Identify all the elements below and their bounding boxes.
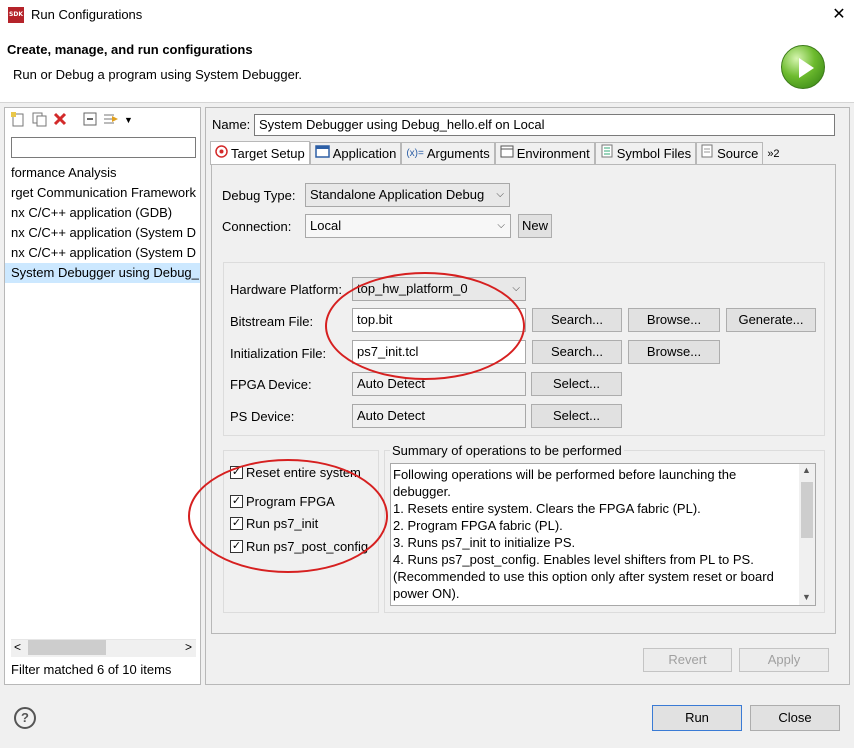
- bitstream-browse-button[interactable]: Browse...: [628, 308, 720, 332]
- scroll-down-arrow[interactable]: ▼: [802, 592, 811, 602]
- name-label: Name:: [212, 117, 251, 132]
- annotation-oval-files: [325, 272, 525, 380]
- summary-line: debugger.: [393, 484, 451, 499]
- connection-value: Local: [310, 218, 342, 233]
- environment-icon: [500, 143, 514, 165]
- summary-line: 4. Runs ps7_post_config. Enables level s…: [393, 552, 754, 567]
- arguments-icon: (x)=: [406, 148, 424, 159]
- tab-label: Application: [332, 146, 397, 161]
- tree-item-performance-analysis[interactable]: formance Analysis: [5, 163, 200, 183]
- tab-overflow[interactable]: »2: [763, 142, 783, 165]
- ps-device-field: Auto Detect: [352, 404, 526, 428]
- debug-type-value: Standalone Application Debug: [310, 187, 485, 202]
- config-toolbar: ▼: [10, 110, 133, 130]
- summary-line: (Recommended to use this option only aft…: [393, 569, 774, 584]
- header-title: Create, manage, and run configurations: [7, 42, 253, 57]
- tree-item-cpp-system-debugger-2[interactable]: nx C/C++ application (System D: [5, 243, 200, 263]
- bitstream-label: Bitstream File:: [230, 314, 314, 329]
- close-button[interactable]: Close: [750, 705, 840, 731]
- collapse-all-icon[interactable]: [82, 112, 98, 128]
- run-logo-icon: [781, 45, 825, 89]
- application-icon: [314, 143, 330, 165]
- duplicate-config-icon[interactable]: [31, 112, 47, 128]
- tab-symbol-files[interactable]: Symbol Files: [594, 142, 697, 165]
- filter-configs-icon[interactable]: [103, 112, 119, 128]
- target-icon: [215, 143, 228, 165]
- tab-application[interactable]: Application: [309, 142, 402, 165]
- tree-hscroll-thumb[interactable]: [28, 640, 106, 655]
- tree-item-target-communication[interactable]: rget Communication Framework: [5, 183, 200, 203]
- init-file-label: Initialization File:: [230, 346, 327, 361]
- new-config-icon[interactable]: [10, 112, 26, 128]
- init-search-button[interactable]: Search...: [532, 340, 622, 364]
- tree-item-selected-config[interactable]: System Debugger using Debug_: [5, 263, 200, 283]
- summary-title: Summary of operations to be performed: [390, 443, 624, 458]
- apply-button[interactable]: Apply: [739, 648, 829, 672]
- config-tabs: Target Setup Application (x)= Arguments …: [210, 141, 784, 165]
- debug-type-select[interactable]: Standalone Application Debug ⌵: [305, 183, 510, 207]
- summary-line: 3. Runs ps7_init to initialize PS.: [393, 535, 576, 550]
- tree-item-cpp-gdb[interactable]: nx C/C++ application (GDB): [5, 203, 200, 223]
- symbol-files-icon: [600, 143, 614, 165]
- tab-label: Target Setup: [231, 145, 305, 161]
- tab-arguments[interactable]: (x)= Arguments: [401, 142, 495, 165]
- filter-dropdown-icon[interactable]: ▼: [124, 112, 133, 128]
- bitstream-search-button[interactable]: Search...: [532, 308, 622, 332]
- summary-line: Following operations will be performed b…: [393, 467, 737, 482]
- tab-environment[interactable]: Environment: [494, 142, 595, 165]
- connection-label: Connection:: [222, 219, 292, 234]
- new-connection-button[interactable]: New: [518, 214, 552, 238]
- close-window-icon[interactable]: ✕: [827, 3, 851, 27]
- chevron-down-icon: ⌵: [512, 283, 520, 294]
- summary-text: Following operations will be performed b…: [393, 466, 799, 602]
- tab-label: Environment: [516, 146, 590, 161]
- source-icon: [701, 143, 714, 165]
- chevron-down-icon: ⌵: [497, 220, 505, 231]
- toolbar-separator: [73, 112, 77, 128]
- summary-line: 1. Resets entire system. Clears the FPGA…: [393, 501, 701, 516]
- ps-select-button[interactable]: Select...: [531, 404, 622, 428]
- run-button[interactable]: Run: [652, 705, 742, 731]
- summary-line: power ON).: [393, 586, 460, 601]
- tree-item-cpp-system-debugger-1[interactable]: nx C/C++ application (System D: [5, 223, 200, 243]
- debug-type-label: Debug Type:: [222, 188, 296, 203]
- scroll-up-arrow[interactable]: ▲: [802, 465, 811, 475]
- tab-source[interactable]: Source: [696, 142, 764, 165]
- summary-vscroll-thumb[interactable]: [801, 482, 813, 538]
- tab-label: Source: [717, 146, 759, 161]
- init-browse-button[interactable]: Browse...: [628, 340, 720, 364]
- bitstream-generate-button[interactable]: Generate...: [726, 308, 816, 332]
- revert-button[interactable]: Revert: [643, 648, 732, 672]
- scroll-right-arrow[interactable]: >: [185, 640, 192, 654]
- filter-status: Filter matched 6 of 10 items: [11, 662, 172, 677]
- help-icon[interactable]: ?: [14, 707, 36, 729]
- annotation-oval-checkboxes: [188, 459, 388, 573]
- tab-label: Symbol Files: [616, 146, 692, 161]
- sdk-app-icon: SDK: [8, 7, 24, 23]
- window-title: Run Configurations: [31, 7, 143, 22]
- fpga-select-button[interactable]: Select...: [531, 372, 622, 396]
- config-name-input[interactable]: System Debugger using Debug_hello.elf on…: [254, 114, 835, 136]
- scroll-left-arrow[interactable]: <: [14, 640, 21, 654]
- hw-platform-label: Hardware Platform:: [230, 282, 342, 297]
- filter-input[interactable]: [11, 137, 196, 158]
- fpga-device-label: FPGA Device:: [230, 377, 312, 392]
- delete-config-icon[interactable]: [52, 112, 68, 128]
- chevron-down-icon: ⌵: [496, 189, 504, 200]
- summary-line: 2. Program FPGA fabric (PL).: [393, 518, 563, 533]
- tab-target-setup[interactable]: Target Setup: [210, 141, 310, 165]
- tab-label: Arguments: [426, 146, 490, 161]
- connection-select[interactable]: Local ⌵: [305, 214, 511, 238]
- ps-device-label: PS Device:: [230, 409, 295, 424]
- header-subtitle: Run or Debug a program using System Debu…: [13, 67, 303, 82]
